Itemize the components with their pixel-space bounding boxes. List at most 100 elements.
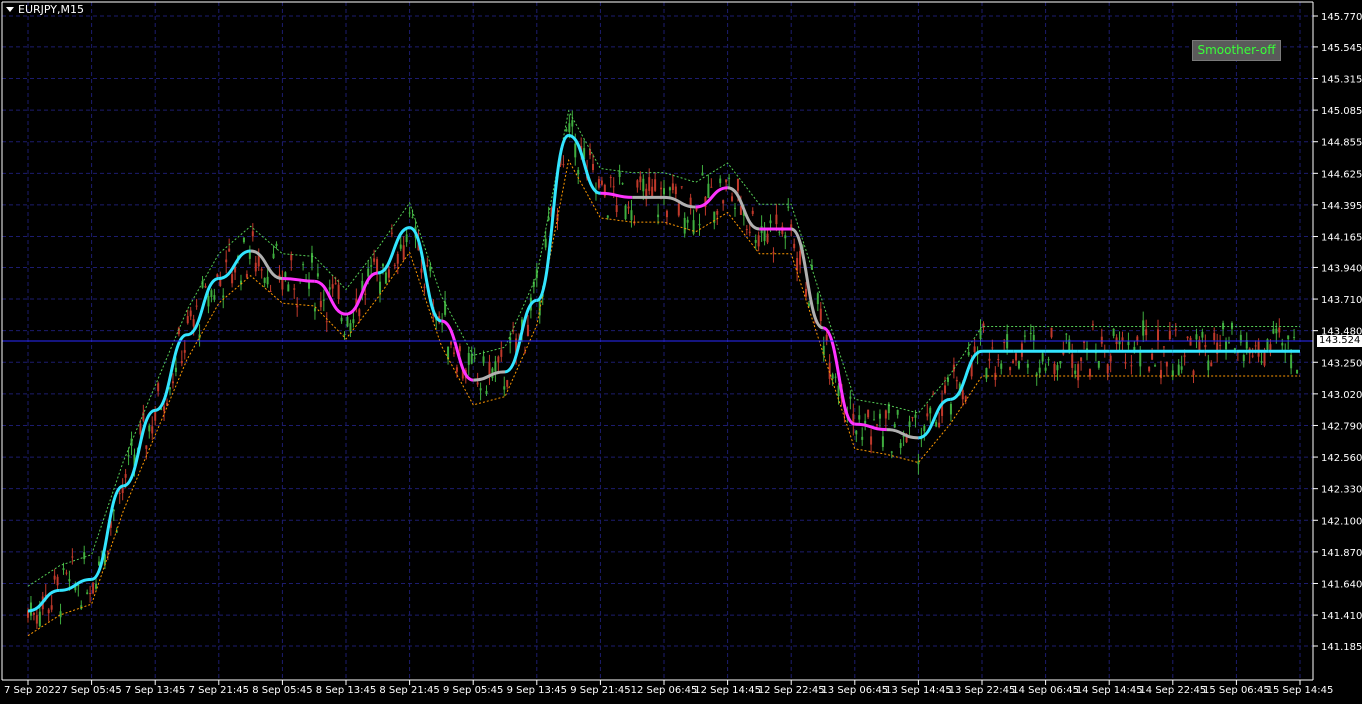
candle-body	[310, 253, 313, 263]
price-chart[interactable]: 145.770 145.545 145.315 145.085 144.855 144.6…	[0, 0, 1362, 700]
time-label: 12 Sep 14:45	[694, 685, 761, 696]
candle-body	[1174, 329, 1177, 331]
candle-body	[56, 576, 59, 586]
candle-body	[1017, 361, 1020, 369]
candle-body	[1278, 327, 1281, 333]
candle-body	[881, 436, 884, 448]
candle-body	[1275, 328, 1278, 334]
candle-body	[807, 303, 810, 307]
candle-body	[228, 248, 231, 252]
candle-body	[204, 285, 207, 288]
candle-body	[1035, 373, 1038, 376]
candle-body	[1183, 355, 1186, 357]
time-label: 13 Sep 22:45	[949, 685, 1016, 696]
candle-body	[1077, 364, 1080, 381]
candle-body	[893, 424, 896, 428]
candle-body	[1263, 352, 1266, 366]
candle-body	[1210, 362, 1213, 367]
candle-body	[772, 251, 775, 253]
candle-body	[784, 235, 787, 239]
candle-body	[642, 178, 645, 192]
candle-body	[251, 231, 254, 237]
candle-body	[1044, 367, 1047, 371]
price-label: 145.545	[1321, 43, 1362, 54]
candle-body	[1071, 354, 1074, 368]
candle-body	[163, 406, 166, 412]
candle-body	[701, 172, 704, 176]
candle-body	[867, 409, 870, 418]
candle-body	[899, 442, 902, 448]
candle-body	[1032, 334, 1035, 342]
candle-body	[639, 176, 642, 183]
candle-body	[997, 358, 1000, 360]
candle-body	[908, 421, 911, 427]
candle-body	[180, 360, 183, 364]
time-label: 9 Sep 05:45	[443, 685, 503, 696]
candle-body	[799, 250, 802, 265]
candle-body	[722, 200, 725, 204]
collapse-triangle-icon[interactable]	[6, 7, 14, 12]
time-label: 8 Sep 05:45	[252, 685, 312, 696]
candle-body	[769, 220, 772, 224]
time-label: 13 Sep 14:45	[885, 685, 952, 696]
candle-body	[1130, 365, 1133, 367]
candle-body	[402, 245, 405, 260]
candle-body	[1159, 369, 1162, 379]
candle-body	[1074, 370, 1077, 374]
candle-body	[127, 455, 130, 457]
candle-body	[396, 253, 399, 264]
candle-body	[1127, 341, 1130, 346]
candle-body	[174, 367, 177, 373]
candle-body	[281, 279, 284, 290]
candle-body	[1118, 341, 1121, 345]
candle-body	[609, 177, 612, 179]
candle-body	[1121, 337, 1124, 341]
candle-body	[985, 367, 988, 379]
candle-body	[627, 206, 630, 209]
candle-body	[1257, 341, 1260, 357]
candle-body	[745, 229, 748, 231]
candle-body	[494, 361, 497, 372]
candle-body	[349, 323, 352, 332]
candle-body	[979, 329, 982, 339]
candle-body	[213, 295, 216, 300]
candle-body	[50, 605, 53, 610]
smoother-toggle-button[interactable]: Smoother-off	[1192, 40, 1281, 61]
candle-body	[1293, 336, 1296, 338]
candle-body	[686, 219, 689, 223]
candle-body	[53, 575, 56, 580]
candle-body	[313, 308, 316, 312]
price-label: 145.770	[1321, 12, 1362, 23]
chart-window[interactable]: 145.770 145.545 145.315 145.085 144.855 144.6…	[0, 0, 1362, 700]
candle-body	[337, 284, 340, 300]
candle-body	[352, 319, 355, 324]
candle-body	[621, 183, 624, 185]
candle-body	[870, 436, 873, 445]
candle-body	[346, 316, 349, 327]
time-label: 12 Sep 06:45	[631, 685, 698, 696]
candle-body	[932, 393, 935, 395]
time-label: 7 Sep 2022	[4, 685, 61, 696]
candle-body	[716, 211, 719, 215]
candle-body	[429, 266, 432, 272]
candle-body	[458, 346, 461, 352]
candle-body	[296, 305, 299, 308]
candle-body	[59, 611, 62, 618]
candle-body	[71, 556, 74, 558]
time-label: 7 Sep 05:45	[61, 685, 121, 696]
candle-body	[677, 203, 680, 216]
candle-body	[571, 120, 574, 127]
candle-body	[600, 180, 603, 185]
candle-body	[364, 293, 367, 295]
candle-body	[1287, 335, 1290, 340]
candle-body	[62, 568, 65, 571]
candle-body	[426, 265, 429, 267]
candle-body	[1195, 334, 1198, 340]
candle-body	[804, 288, 807, 297]
price-label: 141.410	[1321, 611, 1362, 622]
candle-body	[544, 238, 547, 248]
candle-body	[334, 283, 337, 285]
candle-body	[683, 217, 686, 234]
candle-body	[470, 353, 473, 364]
candle-body	[896, 409, 899, 415]
